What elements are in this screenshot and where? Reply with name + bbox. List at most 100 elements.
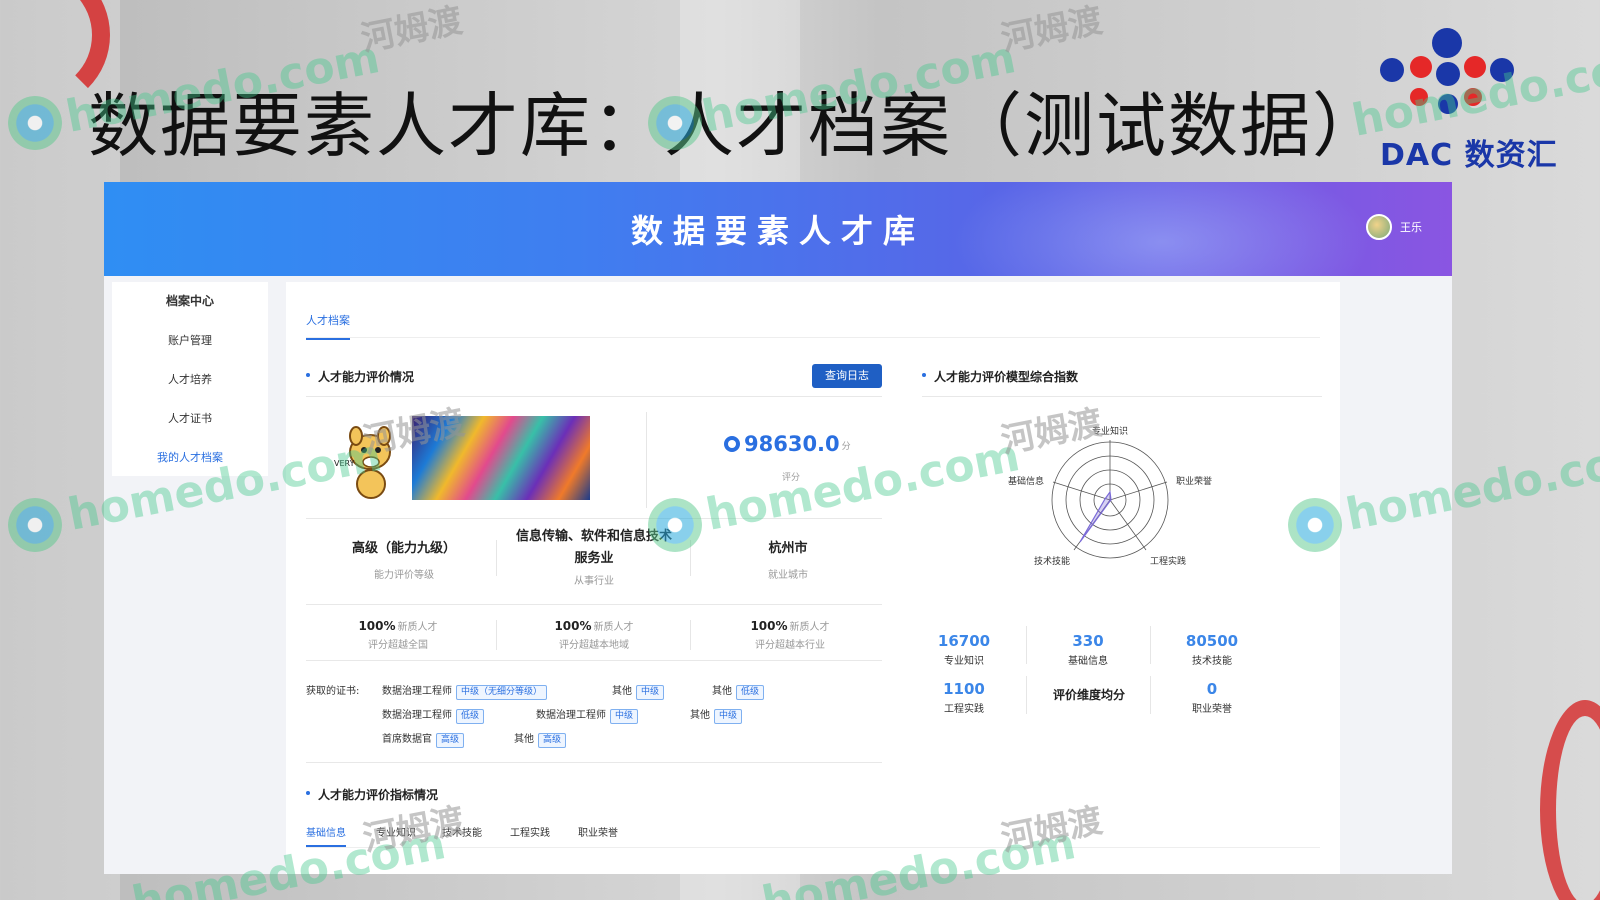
certificate-name: 数据治理工程师 <box>536 710 606 721</box>
divider <box>306 604 882 605</box>
stat-value: 杭州市 <box>768 541 808 556</box>
certificate-level-tag: 中级 <box>714 709 743 724</box>
stat-value: 高级（能力九级） <box>351 541 456 556</box>
radar-axis-label: 职业荣誉 <box>1176 475 1212 487</box>
dac-logo: DAC 数资汇 <box>1380 24 1557 173</box>
radar-axis-label: 基础信息 <box>1008 475 1044 487</box>
percentile-tag: 新质人才 <box>789 622 830 633</box>
dimension-basic: 330 基础信息 <box>1038 632 1138 667</box>
certificate-item: 数据治理工程师 低级 <box>382 706 485 724</box>
certificate-item: 其他 中级 <box>690 706 743 724</box>
stat-label: 就业城市 <box>768 570 808 581</box>
dimension-value: 0 <box>1206 680 1218 698</box>
tab-career-honors[interactable]: 职业荣誉 <box>578 824 618 839</box>
stat-ability-level: 高级（能力九级） 能力评价等级 <box>314 538 494 581</box>
score-unit: 分 <box>841 441 851 452</box>
certificate-name: 数据治理工程师 <box>382 710 452 721</box>
certificate-level-tag: 中级 <box>610 709 639 724</box>
certificate-level-tag: 高级 <box>538 733 567 748</box>
certificate-item: 其他 高级 <box>514 730 567 748</box>
watermark: 河姆渡 <box>357 0 466 60</box>
divider <box>1150 676 1151 714</box>
indicator-tabs: 基础信息 专业知识 技术技能 工程实践 职业荣誉 <box>306 818 1320 848</box>
section-title-evaluation: 人才能力评价情况 <box>306 368 414 385</box>
query-log-button[interactable]: 查询日志 <box>812 364 882 388</box>
sidebar-item-training[interactable]: 人才培养 <box>112 360 268 399</box>
certificate-level-tag: 低级 <box>456 709 485 724</box>
tab-talent-profile[interactable]: 人才档案 <box>306 312 350 340</box>
stat-label: 从事行业 <box>574 576 614 587</box>
stat-value: 信息传输、软件和信息技术服务业 <box>515 529 672 566</box>
divider <box>306 396 882 397</box>
divider <box>496 620 497 650</box>
divider <box>646 412 647 508</box>
certificate-name: 数据治理工程师 <box>382 686 452 697</box>
sidebar: 档案中心 账户管理 人才培养 人才证书 我的人才档案 <box>112 282 268 476</box>
certificate-item: 其他 低级 <box>712 682 765 700</box>
divider <box>306 762 882 763</box>
user-name[interactable]: 王乐 <box>1400 219 1422 235</box>
tab-professional-knowledge[interactable]: 专业知识 <box>376 824 416 839</box>
percentile-value: 100% <box>358 619 396 633</box>
section-title-model-index: 人才能力评价模型综合指数 <box>922 368 1078 385</box>
percentile-label: 评分超越本地域 <box>559 640 629 651</box>
certificate-name: 其他 <box>712 686 732 697</box>
percentile-regional: 100% 新质人才 评分超越本地域 <box>504 618 684 651</box>
radar-chart: 专业知识 职业荣誉 工程实践 技术技能 基础信息 <box>1008 425 1212 567</box>
divider <box>1150 626 1151 664</box>
divider <box>1026 676 1027 714</box>
dimension-label: 职业荣誉 <box>1192 704 1232 715</box>
radar-axis-label: 专业知识 <box>1092 425 1128 437</box>
percentile-tag: 新质人才 <box>593 622 634 633</box>
certificate-name: 首席数据官 <box>382 734 432 745</box>
dimension-label: 基础信息 <box>1068 656 1108 667</box>
percentile-label: 评分超越本行业 <box>755 640 825 651</box>
certificate-item: 数据治理工程师 中级（无细分等级） <box>382 682 548 700</box>
score-value: 98630.0 <box>744 432 840 456</box>
certificate-item: 首席数据官 高级 <box>382 730 465 748</box>
score: 98630.0 分 <box>724 432 864 456</box>
logo-text: DAC 数资汇 <box>1380 138 1558 173</box>
dimension-engineering: 1100 工程实践 <box>914 680 1014 715</box>
dimension-average-label: 评价维度均分 <box>1052 688 1125 702</box>
sidebar-item-certificates[interactable]: 人才证书 <box>112 399 268 438</box>
percentile-value: 100% <box>750 619 788 633</box>
dimension-value: 16700 <box>937 632 991 650</box>
certificate-level-tag: 高级 <box>436 733 465 748</box>
sidebar-item-archive-center[interactable]: 档案中心 <box>112 282 268 321</box>
sidebar-item-account[interactable]: 账户管理 <box>112 321 268 360</box>
percentile-value: 100% <box>554 619 592 633</box>
stat-label: 能力评价等级 <box>374 570 434 581</box>
main-panel: 人才档案 人才能力评价情况 查询日志 VERY 98630.0 分 评分 高级（能… <box>286 282 1340 874</box>
stat-industry: 信息传输、软件和信息技术服务业 从事行业 <box>514 526 674 587</box>
certificate-name: 其他 <box>612 686 632 697</box>
certificate-item: 数据治理工程师 中级 <box>536 706 639 724</box>
divider <box>1026 626 1027 664</box>
percentile-label: 评分超越全国 <box>368 640 428 651</box>
certificate-level-tag: 中级（无细分等级） <box>456 685 548 700</box>
tab-technical-skills[interactable]: 技术技能 <box>442 824 482 839</box>
divider <box>922 396 1322 397</box>
sidebar-item-my-profile[interactable]: 我的人才档案 <box>112 438 268 477</box>
percentile-national: 100% 新质人才 评分超越全国 <box>308 618 488 651</box>
dimension-value: 330 <box>1072 632 1104 650</box>
tab-engineering-practice[interactable]: 工程实践 <box>510 824 550 839</box>
dimension-label: 技术技能 <box>1192 656 1232 667</box>
medal-icon <box>724 436 740 452</box>
divider <box>306 518 882 519</box>
dimension-honors: 0 职业荣誉 <box>1162 680 1262 715</box>
avatar[interactable] <box>1366 214 1392 240</box>
header-banner: 数据要素人才库 王乐 <box>104 182 1452 276</box>
divider <box>306 660 882 661</box>
score-label: 评分 <box>782 473 801 483</box>
app-title: 数据要素人才库 <box>630 212 925 250</box>
divider <box>496 540 497 576</box>
watermark: 河姆渡 <box>997 0 1106 60</box>
tab-basic-info[interactable]: 基础信息 <box>306 824 346 847</box>
radar-series <box>1079 490 1112 543</box>
dimension-label: 工程实践 <box>944 704 984 715</box>
certificates-label: 获取的证书: <box>306 686 360 697</box>
certificate-name: 其他 <box>514 734 534 745</box>
mascot-image: VERY <box>334 426 391 499</box>
user-menu[interactable]: 王乐 <box>1366 214 1422 240</box>
